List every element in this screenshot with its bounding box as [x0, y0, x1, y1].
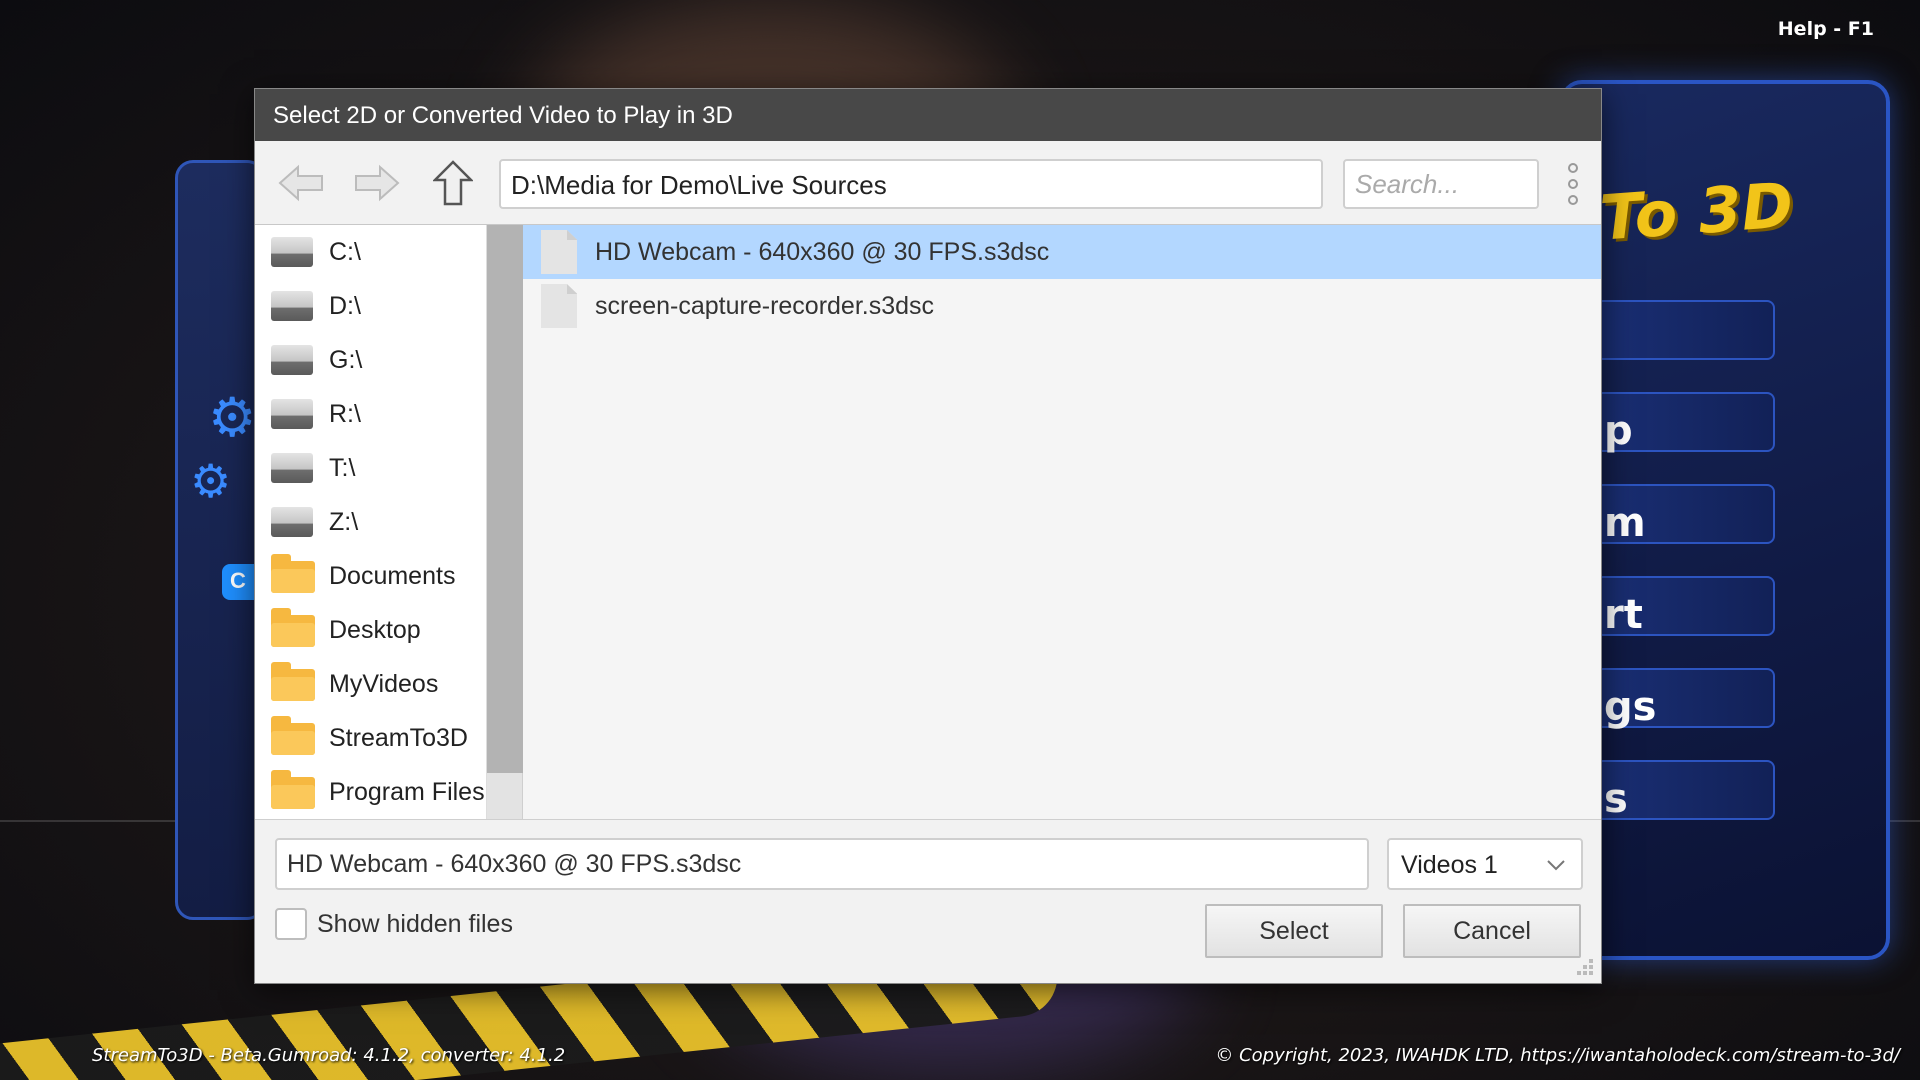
drive-icon — [271, 287, 315, 325]
sidebar-item-label: StreamTo3D — [329, 723, 468, 752]
dialog-body: C:\ D:\ G:\ R:\ T:\ Z:\ Documents Deskto… — [255, 225, 1601, 819]
sidebar-scrollbar[interactable] — [487, 225, 523, 819]
sidebar-item-r-drive[interactable]: R:\ — [255, 387, 486, 441]
sidebar-item-label: R:\ — [329, 399, 361, 428]
file-list: HD Webcam - 640x360 @ 30 FPS.s3dsc scree… — [523, 225, 1601, 819]
show-hidden-checkbox[interactable] — [275, 908, 307, 940]
sidebar-item-d-drive[interactable]: D:\ — [255, 279, 486, 333]
folder-icon — [271, 770, 315, 811]
menu-fragment: s — [1604, 776, 1628, 822]
search-input[interactable] — [1343, 159, 1539, 209]
show-hidden-label: Show hidden files — [317, 909, 513, 938]
dialog-title[interactable]: Select 2D or Converted Video to Play in … — [255, 89, 1601, 141]
sidebar-item-desktop[interactable]: Desktop — [255, 603, 486, 657]
sidebar-item-z-drive[interactable]: Z:\ — [255, 495, 486, 549]
sidebar-item-label: MyVideos — [329, 669, 439, 698]
sidebar-item-label: D:\ — [329, 291, 361, 320]
sidebar-item-label: Z:\ — [329, 507, 359, 536]
folder-icon — [271, 716, 315, 757]
sidebar-scrollbar-thumb[interactable] — [487, 225, 523, 773]
file-select-dialog: Select 2D or Converted Video to Play in … — [254, 88, 1602, 984]
up-folder-button[interactable] — [427, 159, 479, 207]
menu-fragment: gs — [1604, 684, 1657, 730]
file-row[interactable]: HD Webcam - 640x360 @ 30 FPS.s3dsc — [523, 225, 1601, 279]
drive-icon — [271, 341, 315, 379]
cancel-button[interactable]: Cancel — [1403, 904, 1581, 958]
chevron-down-icon — [1547, 860, 1565, 871]
gear-icon: ⚙ — [208, 388, 257, 448]
file-row[interactable]: screen-capture-recorder.s3dsc — [523, 279, 1601, 333]
file-type-dropdown[interactable]: Videos 1 — [1387, 838, 1583, 890]
file-name: HD Webcam - 640x360 @ 30 FPS.s3dsc — [595, 237, 1050, 266]
sidebar-item-label: Desktop — [329, 615, 421, 644]
sidebar-item-c-drive[interactable]: C:\ — [255, 225, 486, 279]
menu-fragment: rt — [1604, 592, 1643, 638]
dialog-toolbar: D:\Media for Demo\Live Sources — [255, 141, 1601, 225]
more-options-button[interactable] — [1561, 161, 1585, 207]
forward-button[interactable] — [351, 159, 403, 207]
gear-icon-small: ⚙ — [190, 455, 232, 507]
sidebar-item-myvideos[interactable]: MyVideos — [255, 657, 486, 711]
folder-icon — [271, 608, 315, 649]
background-menu-item — [1595, 300, 1775, 360]
path-field[interactable]: D:\Media for Demo\Live Sources — [499, 159, 1323, 209]
sidebar-item-label: Documents — [329, 561, 456, 590]
arrow-left-icon — [278, 164, 323, 202]
filename-field[interactable]: HD Webcam - 640x360 @ 30 FPS.s3dsc — [275, 838, 1369, 890]
file-icon — [541, 230, 577, 274]
sidebar-item-documents[interactable]: Documents — [255, 549, 486, 603]
copyright-label: © Copyright, 2023, IWAHDK LTD, https://i… — [1215, 1045, 1900, 1066]
app-logo: To 3D — [1597, 168, 1796, 255]
sidebar-item-program-files[interactable]: Program Files — [255, 765, 486, 819]
drive-icon — [271, 503, 315, 541]
sidebar-item-label: Program Files — [329, 777, 485, 806]
drive-icon — [271, 449, 315, 487]
menu-fragment: p — [1604, 408, 1633, 454]
dot-icon — [1568, 195, 1578, 205]
folder-icon — [271, 554, 315, 595]
folder-icon — [271, 662, 315, 703]
dot-icon — [1568, 163, 1578, 173]
arrow-right-icon — [355, 164, 400, 202]
sidebar-item-streamto3d[interactable]: StreamTo3D — [255, 711, 486, 765]
places-sidebar: C:\ D:\ G:\ R:\ T:\ Z:\ Documents Deskto… — [255, 225, 487, 819]
file-name: screen-capture-recorder.s3dsc — [595, 291, 935, 320]
background-left-panel — [175, 160, 265, 920]
menu-fragment: m — [1604, 500, 1646, 546]
file-type-selected: Videos 1 — [1401, 851, 1498, 879]
sidebar-item-label: G:\ — [329, 345, 363, 374]
show-hidden-toggle[interactable]: Show hidden files — [275, 908, 513, 940]
sidebar-item-label: T:\ — [329, 453, 356, 482]
drive-icon — [271, 233, 315, 271]
resize-grip-icon[interactable] — [1573, 955, 1595, 977]
drive-icon — [271, 395, 315, 433]
sidebar-item-label: C:\ — [329, 237, 361, 266]
back-button[interactable] — [275, 159, 327, 207]
file-icon — [541, 284, 577, 328]
sidebar-item-g-drive[interactable]: G:\ — [255, 333, 486, 387]
dot-icon — [1568, 179, 1578, 189]
dialog-footer: HD Webcam - 640x360 @ 30 FPS.s3dsc Video… — [255, 819, 1601, 983]
help-hint[interactable]: Help - F1 — [1778, 18, 1874, 40]
version-label: StreamTo3D - Beta.Gumroad: 4.1.2, conver… — [92, 1045, 566, 1066]
arrow-up-icon — [433, 160, 473, 206]
sidebar-item-t-drive[interactable]: T:\ — [255, 441, 486, 495]
select-button[interactable]: Select — [1205, 904, 1383, 958]
